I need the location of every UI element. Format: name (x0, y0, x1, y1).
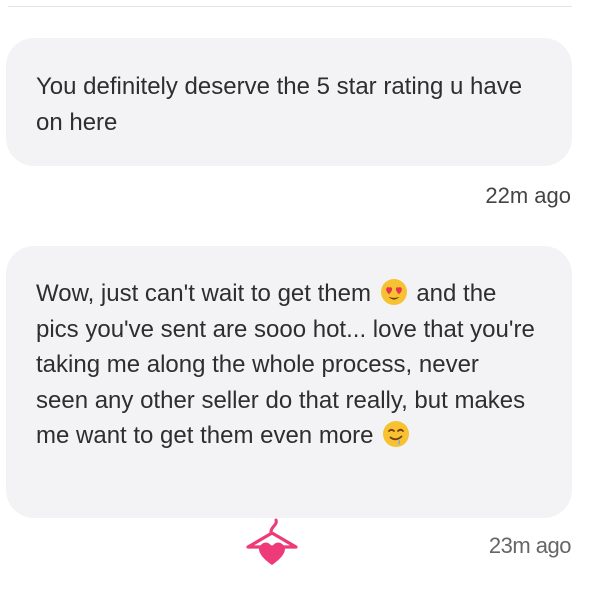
message-bubble[interactable]: Wow, just can't wait to get them and the… (6, 246, 572, 518)
message-text: Wow, just can't wait to get them (36, 280, 371, 307)
drooling-face-emoji-icon (383, 421, 410, 447)
message-timestamp: 23m ago (488, 533, 572, 558)
message-text: You definitely deserve the 5 star rating… (36, 73, 523, 136)
heart-eyes-emoji-icon (380, 279, 407, 305)
message-bubble[interactable]: You definitely deserve the 5 star rating… (6, 38, 572, 166)
top-divider (8, 6, 572, 7)
message-timestamp: 22m ago (485, 183, 571, 208)
hanger-heart-icon (246, 518, 298, 565)
